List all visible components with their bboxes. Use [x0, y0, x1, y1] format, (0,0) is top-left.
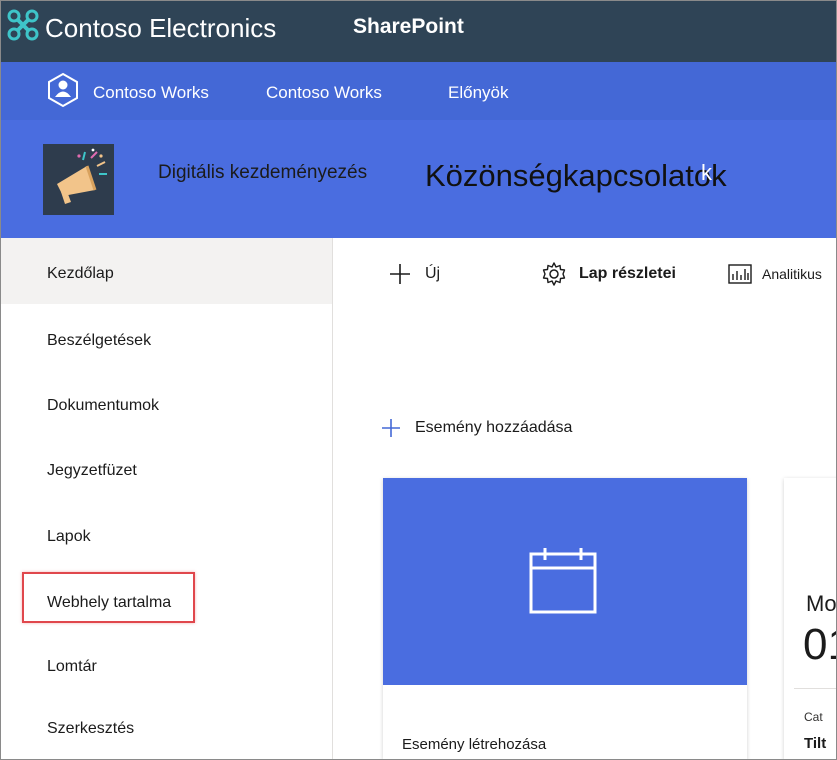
page-details-button[interactable]: Lap részletei [541, 259, 676, 289]
site-logo[interactable] [43, 144, 114, 215]
page-details-label: Lap részletei [579, 265, 676, 282]
site-title-large: Közönségkapcsolatok [425, 158, 727, 193]
contoso-logo-icon[interactable] [7, 9, 39, 41]
nav-item-kezdolap[interactable]: Kezdőlap [1, 238, 332, 304]
site-header: Digitális kezdeményezés Közönségkapcsola… [1, 120, 836, 238]
nav-item-lomtar[interactable]: Lomtár [1, 634, 332, 700]
nav-item-label: Lapok [47, 528, 91, 545]
nav-item-dokumentumok[interactable]: Dokumentumok [1, 370, 332, 436]
sharepoint-window: Contoso Electronics SharePoint Contoso W… [0, 0, 837, 760]
add-event-button[interactable]: Esemény hozzáadása [381, 414, 572, 442]
hub-navigation: Contoso Works Contoso Works Előnyök [1, 62, 836, 120]
nav-item-jegyzetfuzet[interactable]: Jegyzetfüzet [1, 436, 332, 502]
nav-item-label: Kezdőlap [47, 265, 114, 282]
megaphone-icon [57, 148, 107, 204]
event-category: Cat [804, 710, 823, 724]
event-title: Tilt [804, 735, 827, 752]
event-month: Mo [806, 591, 837, 616]
gear-icon [542, 262, 566, 286]
create-event-card[interactable]: Esemény létrehozása [383, 478, 747, 759]
analytics-icon [728, 264, 752, 284]
nav-item-label: Lomtár [47, 658, 97, 675]
hub-link-contoso-works[interactable]: Contoso Works [93, 83, 209, 103]
contoso-works-logo-icon[interactable] [45, 72, 81, 108]
suite-bar: Contoso Electronics SharePoint [1, 1, 836, 62]
event-day: 01 [803, 620, 836, 669]
nav-divider [332, 238, 333, 759]
brand-name[interactable]: Contoso Electronics [45, 13, 276, 44]
app-name[interactable]: SharePoint [353, 15, 464, 39]
nav-item-label: Jegyzetfüzet [47, 462, 137, 479]
new-button-label: Új [425, 265, 441, 282]
event-card-partial[interactable]: Mo 01 Cat Tilt [784, 478, 837, 759]
event-card-title: Esemény létrehozása [402, 736, 547, 753]
hub-link-elonyok[interactable]: Előnyök [448, 83, 508, 103]
plus-icon [382, 419, 400, 437]
new-button[interactable]: Új [389, 259, 440, 289]
analytics-label: Analitikus [762, 266, 822, 282]
calendar-icon [529, 548, 597, 614]
hub-link-contoso-works-2[interactable]: Contoso Works [266, 83, 382, 103]
site-title-suffix: k [701, 160, 712, 185]
highlight-callout [22, 572, 195, 623]
nav-item-beszelgetesek[interactable]: Beszélgetések [1, 304, 332, 370]
plus-icon [390, 264, 410, 284]
event-divider [794, 688, 836, 689]
nav-item-lapok[interactable]: Lapok [1, 502, 332, 568]
event-card-hero [383, 478, 747, 685]
nav-item-label: Szerkesztés [47, 720, 135, 737]
nav-item-szerkesztes[interactable]: Szerkesztés [1, 700, 332, 759]
left-navigation: Kezdőlap Beszélgetések Dokumentumok Jegy… [1, 238, 332, 759]
add-event-label: Esemény hozzáadása [415, 419, 573, 436]
nav-item-label: Dokumentumok [47, 397, 160, 414]
nav-item-label: Beszélgetések [47, 332, 152, 349]
analytics-button[interactable]: Analitikus [728, 259, 822, 289]
site-title-small: Digitális kezdeményezés [158, 162, 368, 183]
